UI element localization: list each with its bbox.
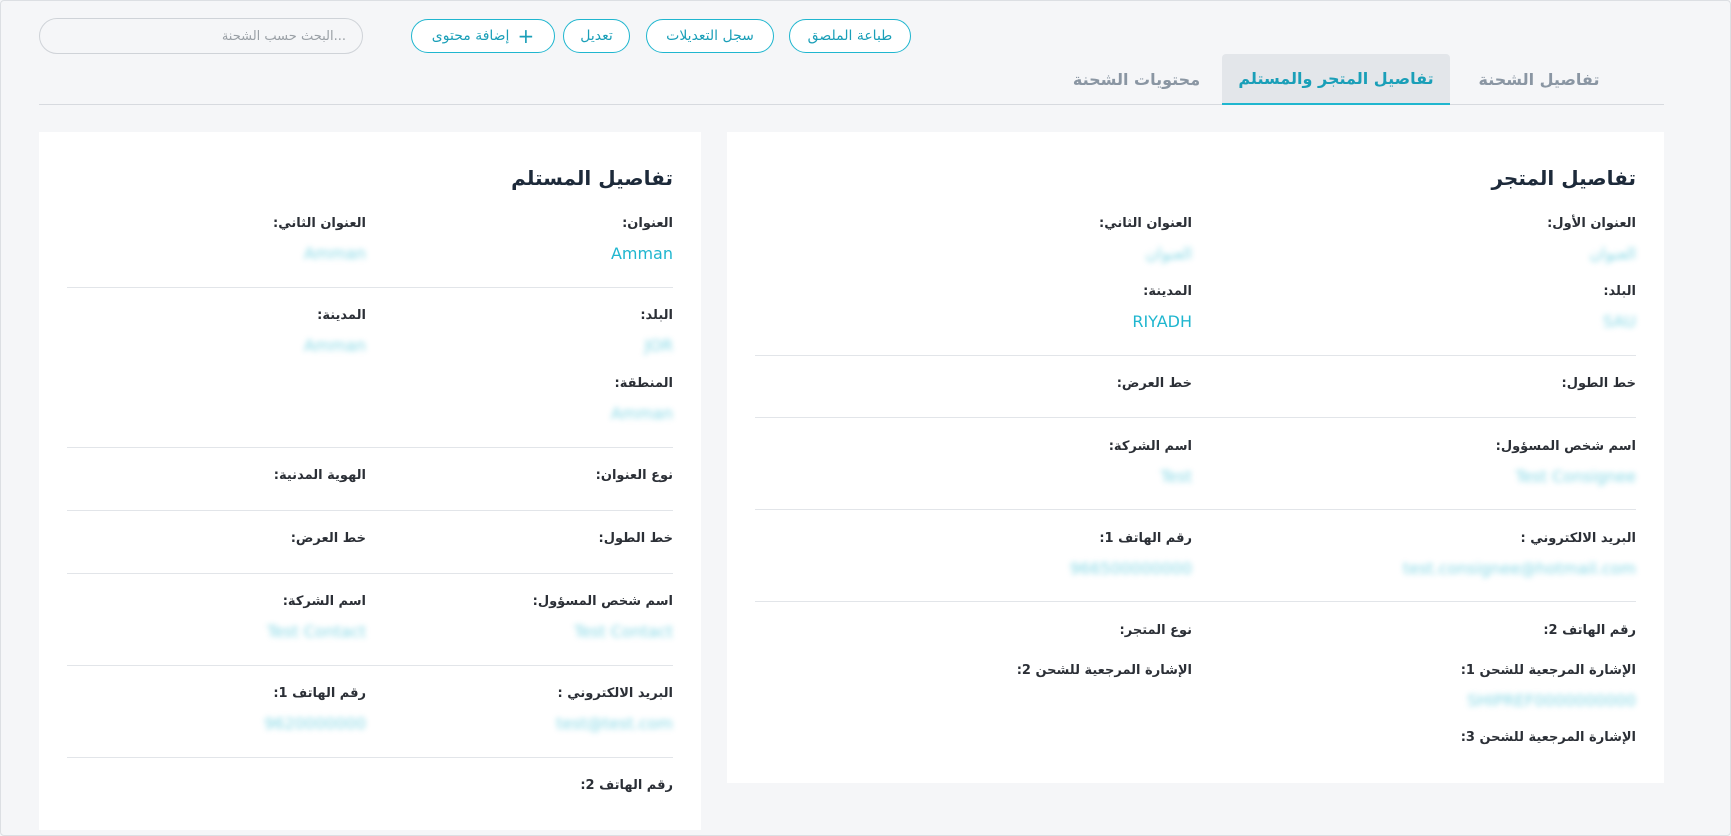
receiver-address2-value: Amman [303,244,366,263]
store-details-card: تفاصيل المتجر العنوان الأول: العنوان الع… [727,132,1664,783]
receiver-city-label: المدينة: [317,308,366,323]
store-latitude-label: خط العرض: [1116,376,1192,391]
tab-bar: تفاصيل الشحنة تفاصيل المتجر والمستلم محت… [39,54,1664,105]
divider [755,509,1636,510]
store-details-title: تفاصيل المتجر [1491,166,1636,190]
receiver-details-title: تفاصيل المستلم [511,166,673,190]
tab-label: تفاصيل الشحنة [1478,70,1600,89]
tab-store-receiver-details[interactable]: تفاصيل المتجر والمستلم [1222,54,1450,105]
receiver-email-value: test@test.com [556,714,673,733]
store-email-label: البريد الالكتروني : [1520,531,1636,546]
receiver-address-label: العنوان: [622,216,673,231]
receiver-company-label: اسم الشركة: [282,594,366,609]
edit-history-button[interactable]: سجل التعديلات [646,19,774,53]
tab-label: محتويات الشحنة [1072,70,1201,89]
store-ref1-value: SHIPREF0000000000 [1467,691,1636,710]
store-phone1-label: رقم الهاتف 1: [1099,531,1192,546]
receiver-company-value: Test Contact [267,622,366,641]
edit-button[interactable]: تعديل [563,19,630,53]
store-phone1-value: 966500000000 [1069,559,1192,578]
edit-history-button-label: سجل التعديلات [666,28,754,44]
receiver-contact-label: اسم شخص المسؤول: [532,594,673,609]
divider [67,510,673,511]
receiver-email-label: البريد الالكتروني : [557,686,673,701]
edit-button-label: تعديل [580,28,613,44]
store-type-label: نوع المتجر: [1119,623,1192,638]
receiver-longitude-label: خط الطول: [598,531,673,546]
store-contact-value: Test Consignee [1515,467,1636,486]
divider [67,447,673,448]
divider [755,417,1636,418]
receiver-latitude-label: خط العرض: [290,531,366,546]
store-country-label: البلد: [1603,284,1636,299]
receiver-phone2-label: رقم الهاتف 2: [580,778,673,793]
print-label-button-label: طباعة الملصق [807,28,893,44]
receiver-region-value: Amman [610,404,673,423]
plus-icon: + [517,24,535,48]
receiver-contact-value: Test Contact [574,622,673,641]
divider [67,757,673,758]
receiver-address-type-label: نوع العنوان: [595,468,673,483]
store-address1-value: العنوان [1589,244,1636,263]
receiver-country-value: JOR [644,336,673,355]
divider [755,601,1636,602]
shipment-search-input[interactable] [39,18,363,54]
store-ref2-label: الإشارة المرجعية للشحن 2: [1016,663,1192,678]
store-company-label: اسم الشركة: [1108,439,1192,454]
store-city-value: RIYADH [1132,312,1192,331]
tab-shipment-contents[interactable]: محتويات الشحنة [1051,54,1222,105]
receiver-details-card: تفاصيل المستلم العنوان: Amman العنوان ال… [39,132,701,830]
receiver-address-value: Amman [610,244,673,263]
receiver-city-value: Amman [303,336,366,355]
store-address2-value: العنوان [1145,244,1192,263]
add-content-button-label: إضافة محتوى [431,28,510,44]
store-city-label: المدينة: [1143,284,1192,299]
receiver-region-label: المنطقة: [614,376,673,391]
store-address2-label: العنوان الثاني: [1099,216,1192,231]
store-company-value: Test [1160,467,1192,486]
store-address1-label: العنوان الأول: [1547,216,1636,231]
receiver-phone1-label: رقم الهاتف 1: [273,686,366,701]
store-ref1-label: الإشارة المرجعية للشحن 1: [1460,663,1636,678]
store-country-value: SAU [1602,312,1636,331]
store-phone2-label: رقم الهاتف 2: [1543,623,1636,638]
receiver-address2-label: العنوان الثاني: [273,216,366,231]
app-frame: طباعة الملصق سجل التعديلات تعديل + إضافة… [0,0,1731,836]
store-ref3-label: الإشارة المرجعية للشحن 3: [1460,730,1636,745]
divider [67,665,673,666]
tab-shipment-details[interactable]: تفاصيل الشحنة [1450,54,1628,105]
store-longitude-label: خط الطول: [1561,376,1636,391]
receiver-civil-id-label: الهوية المدنية: [273,468,366,483]
toolbar: طباعة الملصق سجل التعديلات تعديل + إضافة… [39,17,1730,55]
divider [755,355,1636,356]
add-content-button[interactable]: + إضافة محتوى [411,19,555,53]
receiver-country-label: البلد: [640,308,673,323]
print-label-button[interactable]: طباعة الملصق [789,19,911,53]
divider [67,573,673,574]
receiver-phone1-value: 9620000000 [264,714,366,733]
divider [67,287,673,288]
store-email-value: test.consignee@hotmail.com [1402,559,1636,578]
tab-label: تفاصيل المتجر والمستلم [1238,69,1434,88]
store-contact-label: اسم شخص المسؤول: [1495,439,1636,454]
